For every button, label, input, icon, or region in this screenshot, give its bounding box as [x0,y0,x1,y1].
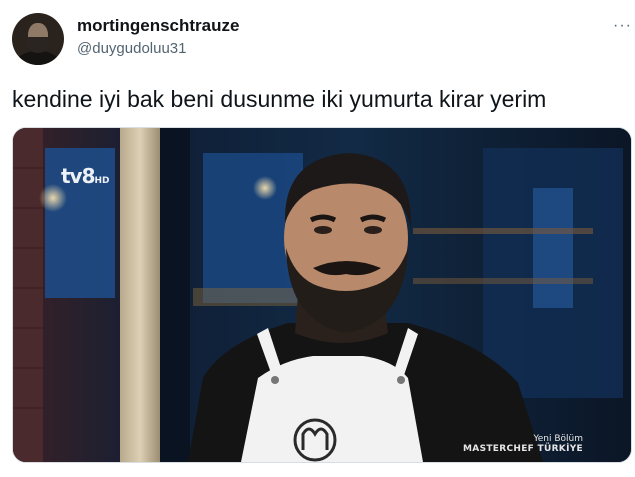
show-caption: Yeni Bölüm MASTERCHEF TÜRKİYE [463,434,583,454]
channel-logo-text: tv8 [61,164,96,188]
avatar-shoulders [16,51,60,65]
avatar-beard [27,37,49,53]
user-handle[interactable]: @duygudoluu31 [77,40,186,57]
avatar[interactable] [12,13,64,65]
display-name[interactable]: mortingenschtrauze [77,16,239,36]
tweet-text: kendine iyi bak beni dusunme iki yumurta… [12,86,547,112]
channel-logo: tv8HD [61,164,110,188]
caption-line-1: Yeni Bölüm [533,434,583,444]
channel-logo-suffix: HD [94,176,110,186]
caption-line-2: MASTERCHEF TÜRKİYE [463,444,583,454]
more-options-icon[interactable]: ··· [613,17,632,35]
tweet-media[interactable]: tv8HD Yeni Bölüm MASTERCHEF TÜRKİYE [12,127,632,463]
